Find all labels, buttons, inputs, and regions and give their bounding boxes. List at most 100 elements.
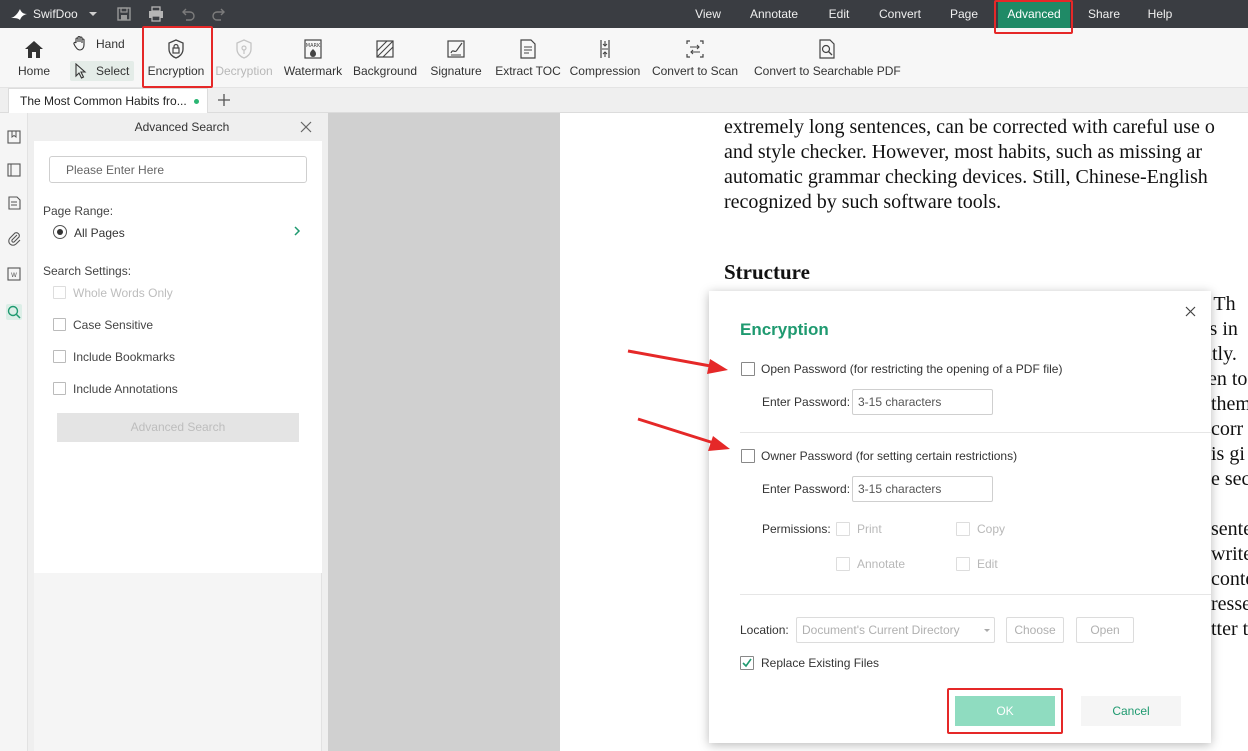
- replace-existing-checkbox[interactable]: [740, 656, 754, 670]
- page-paragraph: extremely long sentences, can be correct…: [724, 115, 1215, 215]
- case-sensitive-checkbox[interactable]: [53, 318, 66, 331]
- page-text-line: automatic grammar checking devices. Stil…: [724, 166, 1208, 188]
- menu-annotate[interactable]: Annotate: [744, 0, 804, 28]
- menu-page[interactable]: Page: [944, 0, 984, 28]
- encryption-dialog: Encryption Open Password (for restrictin…: [709, 291, 1211, 743]
- open-password-input[interactable]: [852, 389, 993, 415]
- open-location-button[interactable]: Open: [1076, 617, 1134, 643]
- extract-toc-button[interactable]: Extract TOC: [494, 28, 562, 88]
- search-settings-label: Search Settings:: [43, 264, 132, 278]
- advanced-menu-highlight: [994, 0, 1073, 34]
- menu-edit[interactable]: Edit: [822, 0, 856, 28]
- hand-label: Hand: [96, 37, 125, 51]
- chevron-right-icon[interactable]: [291, 225, 303, 237]
- arrow-pointer-icon: [637, 417, 730, 451]
- select-label: Select: [96, 64, 130, 78]
- page-text-line: and style checker. However, most habits,…: [724, 141, 1202, 163]
- dialog-title: Encryption: [740, 320, 829, 339]
- convert-scan-icon: [686, 40, 704, 58]
- chevron-down-icon: [984, 629, 990, 632]
- redo-icon[interactable]: [211, 6, 227, 22]
- divider: [740, 594, 1211, 595]
- signature-panel-icon[interactable]: W: [6, 266, 22, 282]
- annotate-permission-checkbox[interactable]: [836, 557, 850, 571]
- search-form: Page Range: All Pages Search Settings: W…: [34, 141, 322, 573]
- signature-button[interactable]: Signature: [428, 28, 484, 88]
- menu-convert[interactable]: Convert: [872, 0, 928, 28]
- page-text-fragment: corr: [1211, 418, 1244, 440]
- select-tool[interactable]: Select: [70, 61, 134, 81]
- decryption-label: Decryption: [215, 64, 273, 78]
- page-text-fragment: resse: [1211, 593, 1248, 615]
- svg-text:MARK: MARK: [306, 43, 321, 49]
- page-text-line: recognized by such software tools.: [724, 191, 1002, 213]
- choose-button[interactable]: Choose: [1006, 617, 1064, 643]
- annotation-list-icon[interactable]: [6, 195, 22, 211]
- replace-existing-label: Replace Existing Files: [761, 656, 880, 670]
- convert-to-scan-button[interactable]: Convert to Scan: [650, 28, 740, 88]
- compression-button[interactable]: Compression: [568, 28, 642, 88]
- add-tab-plus-icon[interactable]: [216, 92, 232, 108]
- home-label: Home: [17, 64, 50, 78]
- document-tab-bar: The Most Common Habits fro...: [0, 88, 1248, 113]
- app-menu-chevron-down-icon[interactable]: [89, 12, 97, 16]
- app-name: SwifDoo: [33, 7, 78, 21]
- home-button[interactable]: Home: [10, 28, 58, 88]
- location-value: Document's Current Directory: [802, 623, 960, 637]
- page-text-fragment: conte: [1211, 568, 1248, 590]
- thumbnails-panel-icon[interactable]: [6, 162, 22, 178]
- bookmark-panel-icon[interactable]: [6, 129, 22, 145]
- owner-password-input[interactable]: [852, 476, 993, 502]
- include-bookmarks-checkbox[interactable]: [53, 350, 66, 363]
- convert-to-searchable-pdf-button[interactable]: Convert to Searchable PDF: [754, 28, 901, 88]
- compression-icon: [600, 40, 610, 58]
- copy-permission-checkbox[interactable]: [956, 522, 970, 536]
- location-label: Location:: [740, 623, 789, 637]
- print-permission-checkbox[interactable]: [836, 522, 850, 536]
- open-password-checkbox[interactable]: [741, 362, 755, 376]
- page-text-fragment: is gi: [1211, 443, 1245, 465]
- location-select[interactable]: Document's Current Directory: [796, 617, 995, 643]
- convert-to-scan-label: Convert to Scan: [651, 64, 739, 78]
- owner-password-checkbox[interactable]: [741, 449, 755, 463]
- advanced-search-button[interactable]: Advanced Search: [57, 413, 299, 442]
- close-icon[interactable]: [300, 121, 312, 133]
- edit-permission-label: Edit: [977, 557, 998, 571]
- print-permission-label: Print: [857, 522, 882, 536]
- page-text-fragment: tter t: [1211, 618, 1248, 640]
- page-text-fragment: e seco: [1211, 468, 1248, 490]
- signature-icon: [447, 40, 465, 58]
- search-input[interactable]: [49, 156, 307, 183]
- annotate-permission-label: Annotate: [857, 557, 906, 571]
- all-pages-label: All Pages: [74, 226, 125, 240]
- watermark-icon: MARK: [304, 39, 322, 59]
- menu-share[interactable]: Share: [1084, 0, 1124, 28]
- open-enter-password-label: Enter Password:: [762, 395, 851, 409]
- advanced-search-title: Advanced Search: [134, 120, 230, 134]
- all-pages-radio[interactable]: [53, 225, 67, 239]
- watermark-button[interactable]: MARK Watermark: [282, 28, 344, 88]
- unsaved-indicator-dot: [194, 99, 199, 104]
- menu-help[interactable]: Help: [1142, 0, 1178, 28]
- print-icon[interactable]: [148, 6, 164, 22]
- extract-toc-label: Extract TOC: [495, 64, 561, 78]
- whole-words-checkbox[interactable]: [53, 286, 66, 299]
- undo-icon[interactable]: [180, 6, 196, 22]
- close-icon[interactable]: [1185, 306, 1196, 317]
- page-heading: Structure: [724, 260, 810, 284]
- include-bookmarks-label: Include Bookmarks: [73, 350, 176, 364]
- document-tab[interactable]: The Most Common Habits fro...: [8, 88, 208, 113]
- menu-view[interactable]: View: [688, 0, 728, 28]
- include-annotations-checkbox[interactable]: [53, 382, 66, 395]
- open-password-label: Open Password (for restricting the openi…: [761, 362, 1063, 376]
- page-text-fragment: sente: [1211, 518, 1248, 540]
- save-icon[interactable]: [116, 6, 132, 22]
- search-panel-icon[interactable]: [6, 304, 22, 320]
- attachment-paperclip-icon[interactable]: [6, 230, 22, 246]
- background-button[interactable]: Background: [350, 28, 420, 88]
- edit-permission-checkbox[interactable]: [956, 557, 970, 571]
- decryption-button[interactable]: Decryption: [212, 28, 276, 88]
- cancel-button[interactable]: Cancel: [1081, 696, 1181, 726]
- page-range-label: Page Range:: [43, 204, 114, 218]
- hand-tool[interactable]: Hand: [70, 34, 134, 54]
